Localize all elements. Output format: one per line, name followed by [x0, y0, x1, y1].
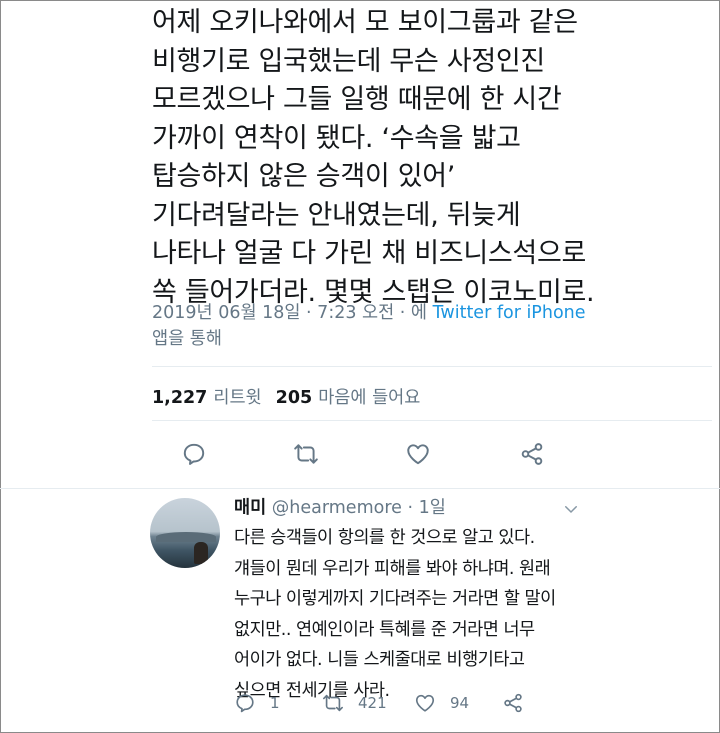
- reply-icon: [236, 694, 254, 713]
- divider: [152, 366, 712, 367]
- reply-share-button[interactable]: [502, 688, 524, 718]
- reply-button[interactable]: [176, 436, 212, 472]
- retweet-icon: [323, 694, 343, 712]
- share-button[interactable]: [514, 436, 550, 472]
- retweet-label: 리트윗: [213, 388, 262, 408]
- reply-header: 매미 @hearmemore · 1일: [234, 496, 446, 520]
- retweet-count: 1,227: [152, 388, 208, 408]
- like-count: 205: [275, 388, 313, 408]
- tweet-actions: [152, 436, 572, 472]
- like-icon: [407, 444, 429, 465]
- tweet-source-suffix: 앱을 통해: [152, 329, 222, 349]
- reply-reply-button[interactable]: 1: [234, 688, 280, 718]
- like-label: 마음에 들어요: [318, 388, 421, 408]
- retweet-icon: [294, 444, 318, 464]
- tweet-timestamp: 2019년 06월 18일 · 7:23 오전 · 에: [152, 303, 433, 323]
- retweet-button[interactable]: [288, 436, 324, 472]
- reply-author-handle[interactable]: @hearmemore · 1일: [272, 498, 446, 518]
- reply-retweet-count: 421: [358, 694, 387, 712]
- like-button[interactable]: [400, 436, 436, 472]
- avatar-hill: [156, 532, 216, 542]
- reply-author-name[interactable]: 매미: [234, 498, 266, 518]
- avatar-person: [194, 542, 208, 564]
- reply-text: 다른 승객들이 항의를 한 것으로 알고 있다. 걔들이 뭔데 우리가 피해를 …: [234, 528, 556, 701]
- like-icon: [415, 694, 435, 712]
- share-icon: [521, 443, 543, 465]
- divider: [152, 420, 712, 421]
- reply-actions: 1 421 94: [234, 688, 574, 718]
- reply-like-count: 94: [450, 694, 470, 712]
- avatar[interactable]: [150, 498, 220, 568]
- like-stat[interactable]: 205 마음에 들어요: [276, 388, 421, 408]
- tweet-meta: 2019년 06월 18일 · 7:23 오전 · 에 Twitter for …: [152, 300, 672, 352]
- reply-like-button[interactable]: 94: [414, 688, 469, 718]
- tweet-stats: 1,227 리트윗 205 마음에 들어요: [152, 384, 420, 409]
- divider: [0, 488, 720, 489]
- chevron-down-icon[interactable]: [562, 500, 580, 518]
- reply-retweet-button[interactable]: 421: [322, 688, 387, 718]
- reply-icon: [183, 443, 205, 465]
- reply-reply-count: 1: [270, 694, 280, 712]
- retweet-stat[interactable]: 1,227 리트윗: [152, 388, 262, 408]
- share-icon: [504, 693, 522, 713]
- tweet-text: 어제 오키나와에서 모 보이그룹과 같은 비행기로 입국했는데 무슨 사정인진 …: [152, 7, 595, 308]
- tweet-source-link[interactable]: Twitter for iPhone: [433, 303, 586, 323]
